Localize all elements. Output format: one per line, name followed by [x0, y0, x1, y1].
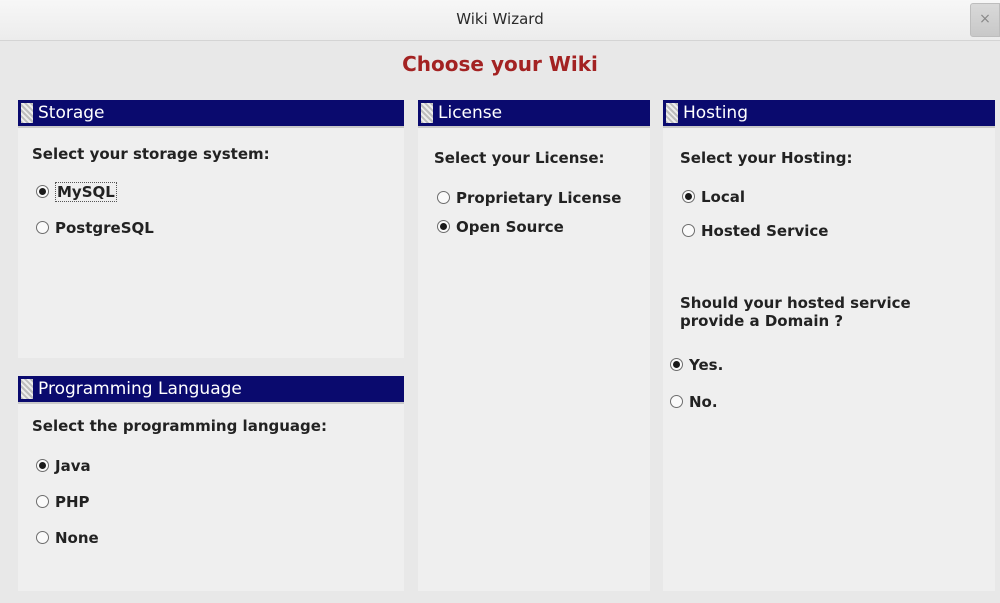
radio-java[interactable]: Java: [36, 457, 91, 475]
license-panel-title: License: [438, 103, 503, 123]
radio-no[interactable]: No.: [670, 393, 718, 411]
grip-icon: [666, 103, 678, 123]
radio-label: Yes.: [689, 356, 724, 374]
radio-unchecked-icon: [36, 221, 49, 234]
radio-php[interactable]: PHP: [36, 493, 90, 511]
radio-unchecked-icon: [437, 191, 450, 204]
radio-mysql[interactable]: MySQL: [36, 182, 117, 202]
grip-icon: [421, 103, 433, 123]
domain-question: Should your hosted service provide a Dom…: [680, 294, 911, 330]
language-prompt: Select the programming language:: [32, 417, 327, 435]
close-icon: ×: [979, 11, 991, 27]
grip-icon: [21, 379, 33, 399]
hosting-panel-title: Hosting: [683, 103, 748, 123]
license-panel-header: License: [418, 100, 650, 128]
storage-panel-header: Storage: [18, 100, 404, 128]
radio-label: Proprietary License: [456, 189, 622, 207]
radio-unchecked-icon: [670, 395, 683, 408]
language-panel: Programming Language Select the programm…: [18, 376, 404, 591]
radio-label: None: [55, 529, 99, 547]
radio-hosted-service[interactable]: Hosted Service: [682, 222, 828, 240]
radio-label: Hosted Service: [701, 222, 829, 240]
radio-open-source[interactable]: Open Source: [437, 218, 564, 236]
grip-icon: [21, 103, 33, 123]
storage-panel: Storage Select your storage system: MySQ…: [18, 100, 404, 358]
title-bar: Wiki Wizard ×: [0, 0, 1000, 41]
radio-unchecked-icon: [682, 224, 695, 237]
radio-label: Java: [55, 457, 91, 475]
radio-checked-icon: [36, 459, 49, 472]
license-prompt: Select your License:: [434, 149, 605, 167]
storage-prompt: Select your storage system:: [32, 145, 270, 163]
radio-postgresql[interactable]: PostgreSQL: [36, 219, 154, 237]
radio-checked-icon: [437, 220, 450, 233]
hosting-panel-header: Hosting: [663, 100, 995, 128]
language-panel-header: Programming Language: [18, 376, 404, 404]
language-panel-title: Programming Language: [38, 379, 242, 399]
radio-yes[interactable]: Yes.: [670, 356, 723, 374]
radio-label: MySQL: [55, 182, 117, 202]
license-panel: License Select your License: Proprietary…: [418, 100, 650, 591]
page-title: Choose your Wiki: [402, 52, 598, 76]
close-button[interactable]: ×: [970, 3, 1000, 37]
radio-unchecked-icon: [36, 495, 49, 508]
hosting-panel: Hosting Select your Hosting: Local Hoste…: [663, 100, 995, 591]
radio-unchecked-icon: [36, 531, 49, 544]
radio-label: PostgreSQL: [55, 219, 154, 237]
radio-local[interactable]: Local: [682, 188, 745, 206]
radio-label: PHP: [55, 493, 90, 511]
radio-label: Local: [701, 188, 746, 206]
radio-label: Open Source: [456, 218, 564, 236]
radio-checked-icon: [670, 358, 683, 371]
radio-checked-icon: [36, 185, 49, 198]
storage-panel-title: Storage: [38, 103, 105, 123]
radio-proprietary-license[interactable]: Proprietary License: [437, 189, 621, 207]
hosting-prompt: Select your Hosting:: [680, 149, 853, 167]
window-title: Wiki Wizard: [456, 10, 544, 28]
radio-label: No.: [689, 393, 718, 411]
radio-none[interactable]: None: [36, 529, 99, 547]
radio-checked-icon: [682, 190, 695, 203]
